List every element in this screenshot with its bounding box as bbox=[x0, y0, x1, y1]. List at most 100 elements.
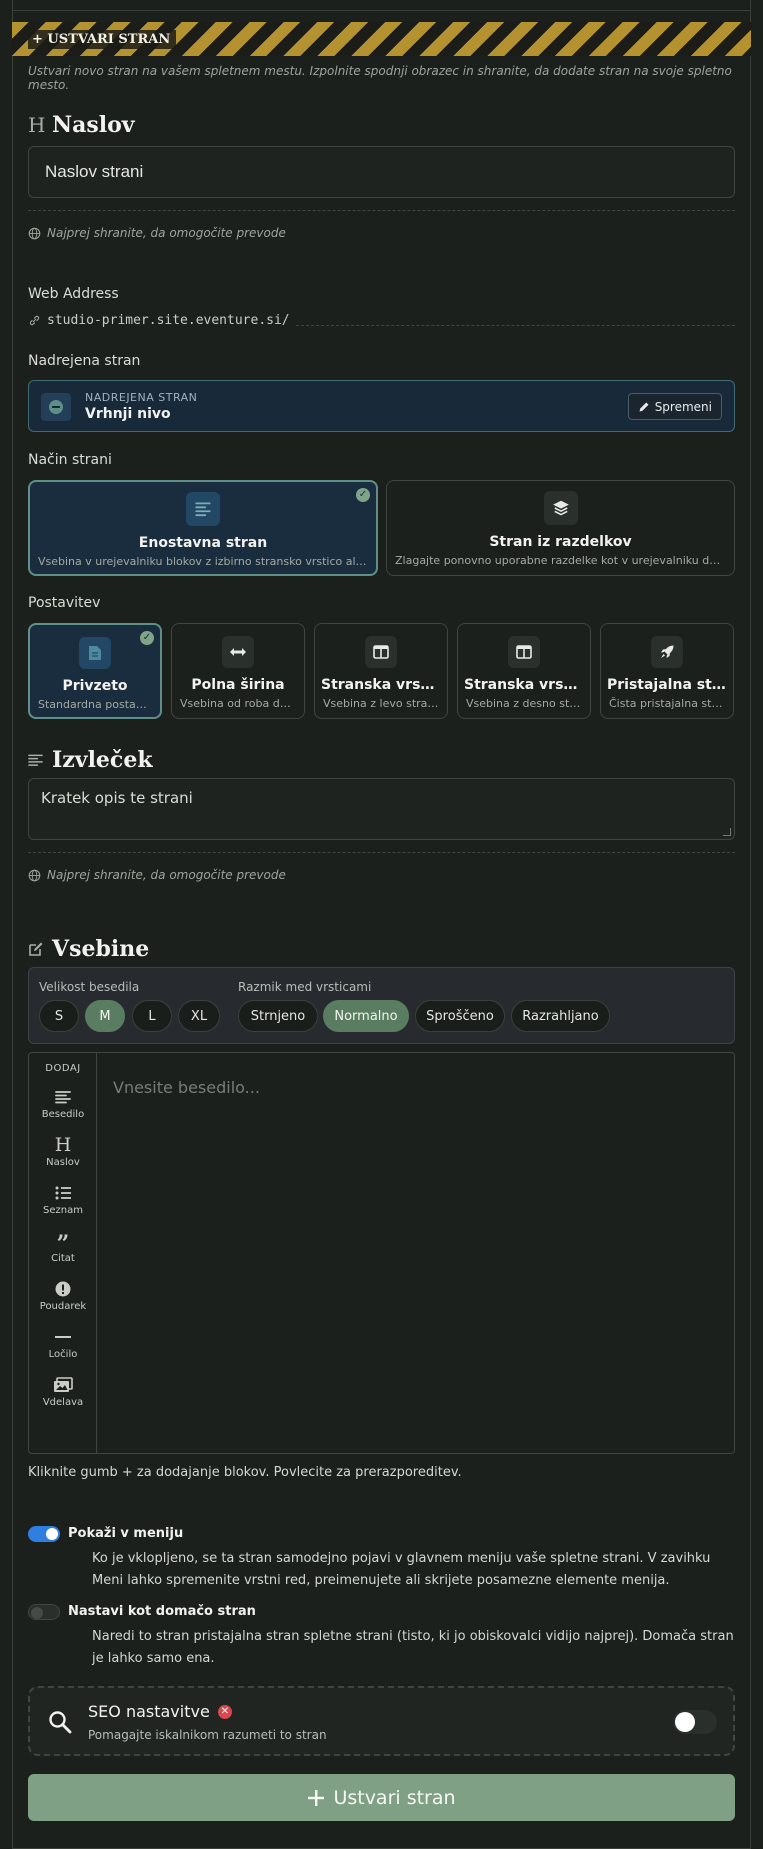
excerpt-hint-text: Najprej shranite, da omogočite prevode bbox=[47, 868, 286, 882]
font-size-label: Velikost besedila bbox=[39, 980, 140, 994]
change-parent-button[interactable]: Spremeni bbox=[627, 393, 722, 420]
editor-placeholder[interactable]: Vnesite besedilo... bbox=[113, 1078, 260, 1097]
tool-label: Naslov bbox=[46, 1157, 80, 1168]
web-address-slug-field[interactable] bbox=[295, 316, 735, 326]
content-section-heading: Vsebine bbox=[28, 936, 149, 962]
check-icon: ✓ bbox=[140, 631, 154, 645]
excerpt-divider bbox=[28, 852, 735, 853]
excerpt-textarea[interactable]: Kratek opis te strani bbox=[28, 778, 735, 840]
layout-card-title: Stranska vrstica levo bbox=[321, 677, 447, 693]
show-in-menu-label: Pokaži v meniju bbox=[68, 1526, 184, 1541]
layout-card-title: Pristajalna stran bbox=[607, 677, 733, 693]
add-embed-block-button[interactable]: Vdelava bbox=[29, 1375, 97, 1408]
font-size-l[interactable]: L bbox=[132, 1000, 172, 1032]
editor-help-text: Kliknite gumb + za dodajanje blokov. Pov… bbox=[28, 1465, 462, 1480]
change-parent-label: Spremeni bbox=[654, 399, 712, 414]
columns-icon bbox=[365, 636, 397, 668]
tool-label: Besedilo bbox=[41, 1109, 85, 1120]
page-mode-label: Način strani bbox=[28, 452, 112, 468]
excerpt-heading-text: Izvleček bbox=[52, 747, 153, 773]
line-spacing-relaxed[interactable]: Sproščeno bbox=[415, 1000, 505, 1032]
layout-card-title: Stranska vrstica desno bbox=[464, 677, 590, 693]
line-spacing-label: Razmik med vrsticami bbox=[238, 980, 372, 994]
font-size-m[interactable]: M bbox=[85, 1000, 125, 1032]
line-spacing-normal[interactable]: Normalno bbox=[323, 1000, 409, 1032]
web-address-value: studio-primer.site.eventure.si/ bbox=[47, 313, 290, 328]
title-translation-hint: Najprej shranite, da omogočite prevode bbox=[28, 226, 286, 240]
arrows-horizontal-icon bbox=[222, 636, 254, 668]
layout-card-default[interactable]: ✓ Privzeto Standardna postavitev bbox=[28, 623, 162, 719]
mode-card-sections[interactable]: Stran iz razdelkov Zlagajte ponovno upor… bbox=[386, 480, 735, 576]
seo-toggle[interactable] bbox=[673, 1710, 717, 1734]
heading-icon: H bbox=[54, 1134, 72, 1156]
image-icon bbox=[29, 1375, 97, 1395]
tool-label: Poudarek bbox=[39, 1301, 87, 1312]
set-homepage-desc: Naredi to stran pristajalna stran spletn… bbox=[92, 1629, 734, 1666]
align-left-icon bbox=[28, 753, 44, 767]
mode-card-desc: Zlagajte ponovno uporabne razdelke kot v… bbox=[395, 554, 734, 567]
excerpt-section-heading: Izvleček bbox=[28, 747, 153, 773]
layout-label: Postavitev bbox=[28, 595, 101, 611]
layout-card-sidebar-right[interactable]: Stranska vrstica desno Vsebina z desno s… bbox=[457, 623, 591, 719]
quote-icon: ” bbox=[56, 1231, 70, 1257]
title-section-heading: H Naslov bbox=[28, 112, 135, 138]
line-spacing-tight[interactable]: Strnjeno bbox=[238, 1000, 318, 1032]
seo-title: SEO nastavitve ✕ bbox=[88, 1702, 232, 1721]
intro-text: Ustvari novo stran na vašem spletnem mes… bbox=[28, 64, 732, 92]
create-page-banner: + USTVARI STRAN bbox=[12, 22, 751, 56]
content-heading-text: Vsebine bbox=[52, 936, 150, 962]
page-title-input[interactable] bbox=[28, 146, 735, 198]
font-size-xl[interactable]: XL bbox=[178, 1000, 220, 1032]
tool-label: Citat bbox=[51, 1253, 75, 1264]
title-divider bbox=[28, 210, 735, 211]
layout-card-landing[interactable]: Pristajalna stran Čista pristajalna stra… bbox=[600, 623, 734, 719]
block-toolbar: DODAJ Besedilo H Naslov Seznam ” Citat P… bbox=[29, 1053, 97, 1453]
pencil-icon bbox=[639, 402, 649, 411]
link-icon bbox=[29, 315, 40, 326]
divider-icon bbox=[29, 1327, 97, 1347]
add-list-block-button[interactable]: Seznam bbox=[29, 1183, 97, 1216]
text-icon bbox=[29, 1087, 97, 1107]
add-text-block-button[interactable]: Besedilo bbox=[29, 1087, 97, 1120]
layout-card-desc: Vsebina z desno stransko vrstico bbox=[466, 697, 590, 710]
show-in-menu-toggle[interactable] bbox=[28, 1526, 60, 1542]
heading-icon: H bbox=[28, 113, 46, 137]
layout-card-sidebar-left[interactable]: Stranska vrstica levo Vsebina z levo str… bbox=[314, 623, 448, 719]
title-heading-text: Naslov bbox=[52, 112, 135, 138]
line-spacing-loose[interactable]: Razrahljano bbox=[511, 1000, 610, 1032]
minus-circle-icon bbox=[41, 393, 71, 421]
parent-value: Vrhnji nivo bbox=[85, 406, 171, 422]
tool-label: Vdelava bbox=[42, 1397, 84, 1408]
font-size-s[interactable]: S bbox=[39, 1000, 79, 1032]
set-homepage-label: Nastavi kot domačo stran bbox=[68, 1604, 256, 1619]
banner-label: + USTVARI STRAN bbox=[28, 30, 177, 49]
mode-card-simple[interactable]: ✓ Enostavna stran Vsebina v urejevalniku… bbox=[28, 480, 378, 576]
parent-page-selector: NADREJENA STRAN Vrhnji nivo Spremeni bbox=[28, 380, 735, 432]
mode-card-desc: Vsebina v urejevalniku blokov z izbirno … bbox=[38, 555, 376, 568]
set-homepage-toggle[interactable] bbox=[28, 1604, 60, 1620]
align-left-icon bbox=[186, 492, 220, 526]
text-formatting-toolbar: Velikost besedila S M L XL Razmik med vr… bbox=[28, 967, 735, 1044]
globe-icon bbox=[28, 227, 41, 239]
layout-card-desc: Vsebina z levo stransko vrstico bbox=[323, 697, 447, 710]
layout-card-title: Privzeto bbox=[62, 678, 128, 694]
add-heading-block-button[interactable]: H Naslov bbox=[29, 1134, 97, 1168]
block-editor: DODAJ Besedilo H Naslov Seznam ” Citat P… bbox=[28, 1052, 735, 1454]
layers-icon bbox=[543, 491, 578, 525]
columns-icon bbox=[508, 636, 540, 668]
add-quote-block-button[interactable]: ” Citat bbox=[29, 1231, 97, 1264]
rocket-icon bbox=[651, 636, 683, 668]
edit-icon bbox=[28, 941, 44, 957]
top-divider bbox=[12, 10, 751, 11]
layout-card-full-width[interactable]: Polna širina Vsebina od roba do roba bbox=[171, 623, 305, 719]
layout-card-title: Polna širina bbox=[191, 677, 285, 693]
web-address-row: studio-primer.site.eventure.si/ bbox=[28, 313, 735, 328]
create-page-button[interactable]: Ustvari stran bbox=[28, 1774, 735, 1821]
add-divider-block-button[interactable]: Ločilo bbox=[29, 1327, 97, 1360]
add-callout-block-button[interactable]: Poudarek bbox=[29, 1279, 97, 1312]
resize-handle[interactable] bbox=[723, 828, 731, 836]
web-address-label: Web Address bbox=[28, 286, 119, 302]
parent-caption: NADREJENA STRAN bbox=[85, 391, 198, 404]
seo-title-text: SEO nastavitve bbox=[88, 1702, 210, 1721]
layout-card-desc: Standardna postavitev bbox=[38, 698, 160, 711]
